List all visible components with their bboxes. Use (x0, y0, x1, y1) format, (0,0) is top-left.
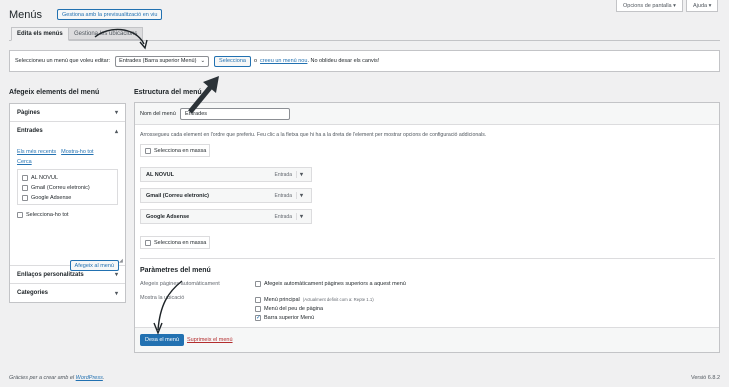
version-text: Versió 6.8.2 (690, 375, 720, 381)
annotation-arrows (94, 28, 219, 335)
curved-arrow-shape (94, 28, 145, 45)
down-arrow-shape (157, 280, 183, 331)
footer-period: . (102, 375, 105, 381)
wordpress-link[interactable]: WordPress (76, 375, 103, 381)
admin-footer-thanks: Gràcies per a crear amb el WordPress. (9, 375, 104, 381)
bold-arrow-shape (188, 82, 215, 114)
footer-thanks-text: Gràcies per a crear amb el (9, 375, 75, 381)
